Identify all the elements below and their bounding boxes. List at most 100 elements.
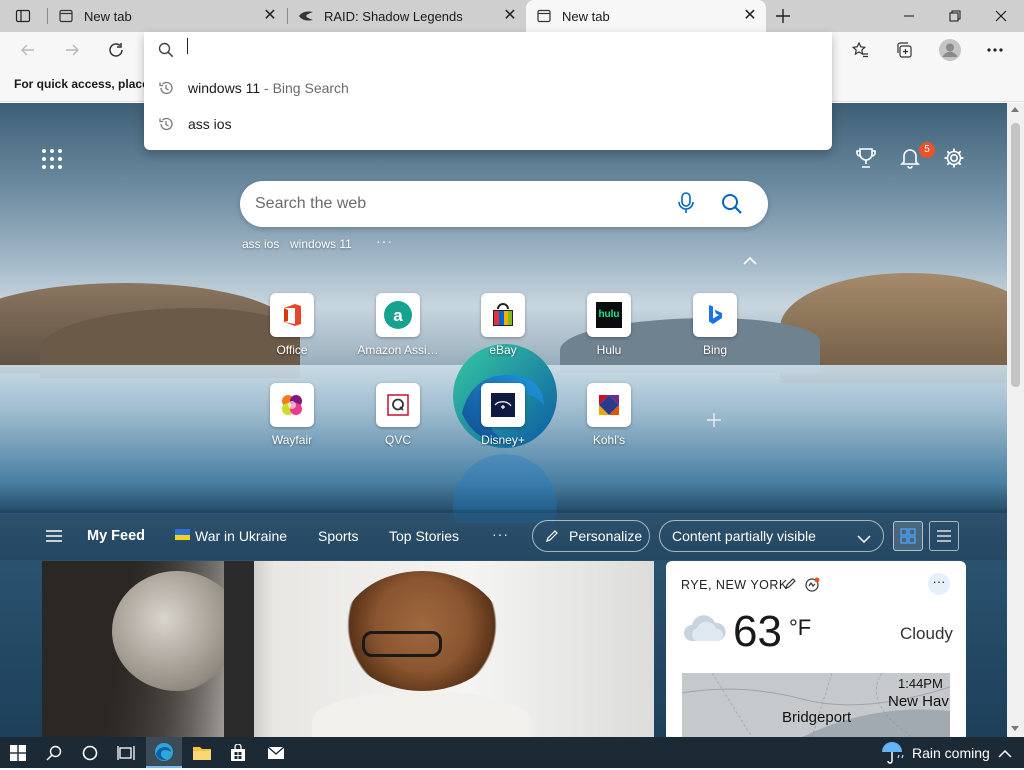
close-tab-icon[interactable]: ✕ bbox=[742, 8, 758, 24]
taskbar-weather-text[interactable]: Rain coming bbox=[912, 745, 990, 761]
weather-widget-icon[interactable] bbox=[880, 741, 906, 765]
page-scrollbar[interactable] bbox=[1007, 103, 1024, 737]
quick-link-kohls[interactable]: Kohl's bbox=[559, 383, 659, 447]
feed-tab-top-stories[interactable]: Top Stories bbox=[389, 525, 459, 547]
content-visibility-dropdown[interactable]: Content partially visible bbox=[659, 520, 884, 552]
svg-text:a: a bbox=[393, 306, 403, 325]
show-hidden-icons-button[interactable] bbox=[998, 743, 1016, 763]
taskbar-store-button[interactable] bbox=[220, 737, 256, 768]
text-cursor bbox=[187, 38, 188, 54]
address-input[interactable] bbox=[188, 42, 788, 58]
collapse-quick-links-button[interactable] bbox=[742, 253, 758, 265]
recent-search-chip[interactable]: ass ios bbox=[242, 237, 279, 251]
amazon-assistant-logo-icon: a bbox=[376, 293, 420, 337]
quick-link-label: Wayfair bbox=[271, 433, 313, 447]
close-tab-icon[interactable]: ✕ bbox=[262, 8, 278, 24]
hero-article-card[interactable] bbox=[42, 561, 654, 737]
plus-icon bbox=[776, 9, 790, 23]
feed-more-button[interactable]: ··· bbox=[492, 523, 509, 545]
tab-newtab-1[interactable]: New tab ✕ bbox=[48, 0, 286, 32]
quick-link-wayfair[interactable]: Wayfair bbox=[242, 383, 342, 447]
close-icon bbox=[995, 10, 1007, 22]
app-grid-icon bbox=[42, 149, 62, 169]
quick-link-label: QVC bbox=[384, 433, 411, 447]
profile-button[interactable] bbox=[934, 32, 966, 68]
settings-more-button[interactable] bbox=[979, 32, 1011, 68]
bing-logo-icon bbox=[693, 293, 737, 337]
rewards-button[interactable] bbox=[855, 147, 879, 171]
new-tab-button[interactable] bbox=[766, 0, 800, 32]
hulu-logo-text: hulu bbox=[596, 302, 622, 328]
map-city-label: Bridgeport bbox=[782, 709, 852, 726]
edit-location-icon[interactable] bbox=[784, 577, 798, 591]
weather-condition: Cloudy bbox=[900, 624, 953, 643]
recent-searches-more-button[interactable]: ··· bbox=[376, 233, 393, 249]
personalize-button[interactable]: Personalize bbox=[532, 520, 650, 552]
tab-title: New tab bbox=[84, 8, 132, 24]
page-settings-button[interactable] bbox=[943, 147, 967, 171]
feed-menu-button[interactable] bbox=[45, 529, 63, 543]
quick-link-ebay[interactable]: eBay bbox=[453, 293, 553, 357]
chevron-down-icon bbox=[857, 531, 871, 547]
scroll-down-arrow-icon[interactable] bbox=[1011, 726, 1019, 731]
add-quick-link-button[interactable] bbox=[705, 411, 725, 431]
forward-button[interactable] bbox=[56, 32, 88, 68]
weather-temperature: 63 bbox=[733, 607, 782, 656]
quick-link-disney[interactable]: Disney+ bbox=[453, 383, 553, 447]
pencil-icon bbox=[545, 529, 559, 546]
recent-search-chip[interactable]: windows 11 bbox=[290, 237, 352, 251]
edge-icon bbox=[155, 742, 173, 761]
task-view-button[interactable] bbox=[108, 737, 144, 768]
suggestion-item[interactable]: windows 11 - Bing Search bbox=[144, 70, 832, 106]
weather-card[interactable]: RYE, NEW YORK ··· 63 °F Cloudy 1:44PM Ne… bbox=[666, 561, 966, 737]
quick-link-bing[interactable]: Bing bbox=[665, 293, 765, 357]
ukraine-flag-icon bbox=[175, 529, 190, 540]
cortana-button[interactable] bbox=[72, 737, 108, 768]
favorites-button[interactable] bbox=[844, 32, 876, 68]
suggestion-text: windows 11 bbox=[188, 80, 261, 96]
weather-more-button[interactable]: ··· bbox=[928, 573, 950, 595]
quick-link-office[interactable]: Office bbox=[242, 293, 342, 357]
apps-launcher-button[interactable] bbox=[40, 147, 64, 171]
quick-link-label: Disney+ bbox=[481, 433, 525, 447]
weather-alert-icon[interactable] bbox=[804, 577, 820, 593]
store-bag-icon bbox=[231, 743, 245, 761]
suggestion-item[interactable]: ass ios bbox=[144, 106, 832, 142]
tab-newtab-active[interactable]: New tab ✕ bbox=[526, 0, 766, 32]
address-input-row[interactable] bbox=[144, 32, 832, 68]
refresh-button[interactable] bbox=[100, 32, 132, 68]
trophy-icon bbox=[856, 148, 876, 168]
chevron-up-icon bbox=[743, 256, 757, 265]
tab-actions-button[interactable] bbox=[0, 0, 46, 32]
feed-tab-war-in-ukraine[interactable]: War in Ukraine bbox=[195, 525, 287, 547]
taskbar-file-explorer-button[interactable] bbox=[184, 737, 220, 768]
collections-button[interactable] bbox=[888, 32, 920, 68]
quick-link-label: Amazon Assi… bbox=[357, 343, 439, 357]
voice-search-button[interactable] bbox=[676, 191, 700, 217]
close-window-button[interactable] bbox=[978, 0, 1024, 32]
start-button[interactable] bbox=[0, 737, 36, 768]
scroll-up-arrow-icon[interactable] bbox=[1011, 107, 1019, 112]
quick-link-qvc[interactable]: QVC bbox=[348, 383, 448, 447]
favorites-bar-hint: For quick access, place y bbox=[14, 77, 159, 91]
tab-raid[interactable]: RAID: Shadow Legends ✕ bbox=[288, 0, 526, 32]
back-button[interactable] bbox=[12, 32, 44, 68]
scrollbar-thumb[interactable] bbox=[1011, 123, 1020, 387]
taskbar-search-button[interactable] bbox=[36, 737, 72, 768]
taskbar-mail-button[interactable] bbox=[258, 737, 294, 768]
qvc-logo-icon bbox=[376, 383, 420, 427]
search-submit-button[interactable] bbox=[720, 192, 746, 218]
cortana-circle-icon bbox=[82, 745, 98, 760]
weather-map[interactable]: 1:44PM New Hav Bridgeport bbox=[682, 673, 950, 737]
restore-button[interactable] bbox=[932, 0, 978, 32]
minimize-button[interactable] bbox=[886, 0, 932, 32]
feed-tab-sports[interactable]: Sports bbox=[318, 525, 358, 547]
quick-link-amazon[interactable]: a Amazon Assi… bbox=[348, 293, 448, 357]
close-tab-icon[interactable]: ✕ bbox=[502, 8, 518, 24]
quick-link-hulu[interactable]: hulu Hulu bbox=[559, 293, 659, 357]
taskbar-edge-button[interactable] bbox=[146, 737, 182, 768]
list-layout-button[interactable] bbox=[929, 521, 959, 551]
grid-layout-button[interactable] bbox=[893, 521, 923, 551]
address-bar-dropdown: windows 11 - Bing Search ass ios bbox=[144, 32, 832, 150]
feed-tab-my-feed[interactable]: My Feed bbox=[87, 525, 145, 547]
